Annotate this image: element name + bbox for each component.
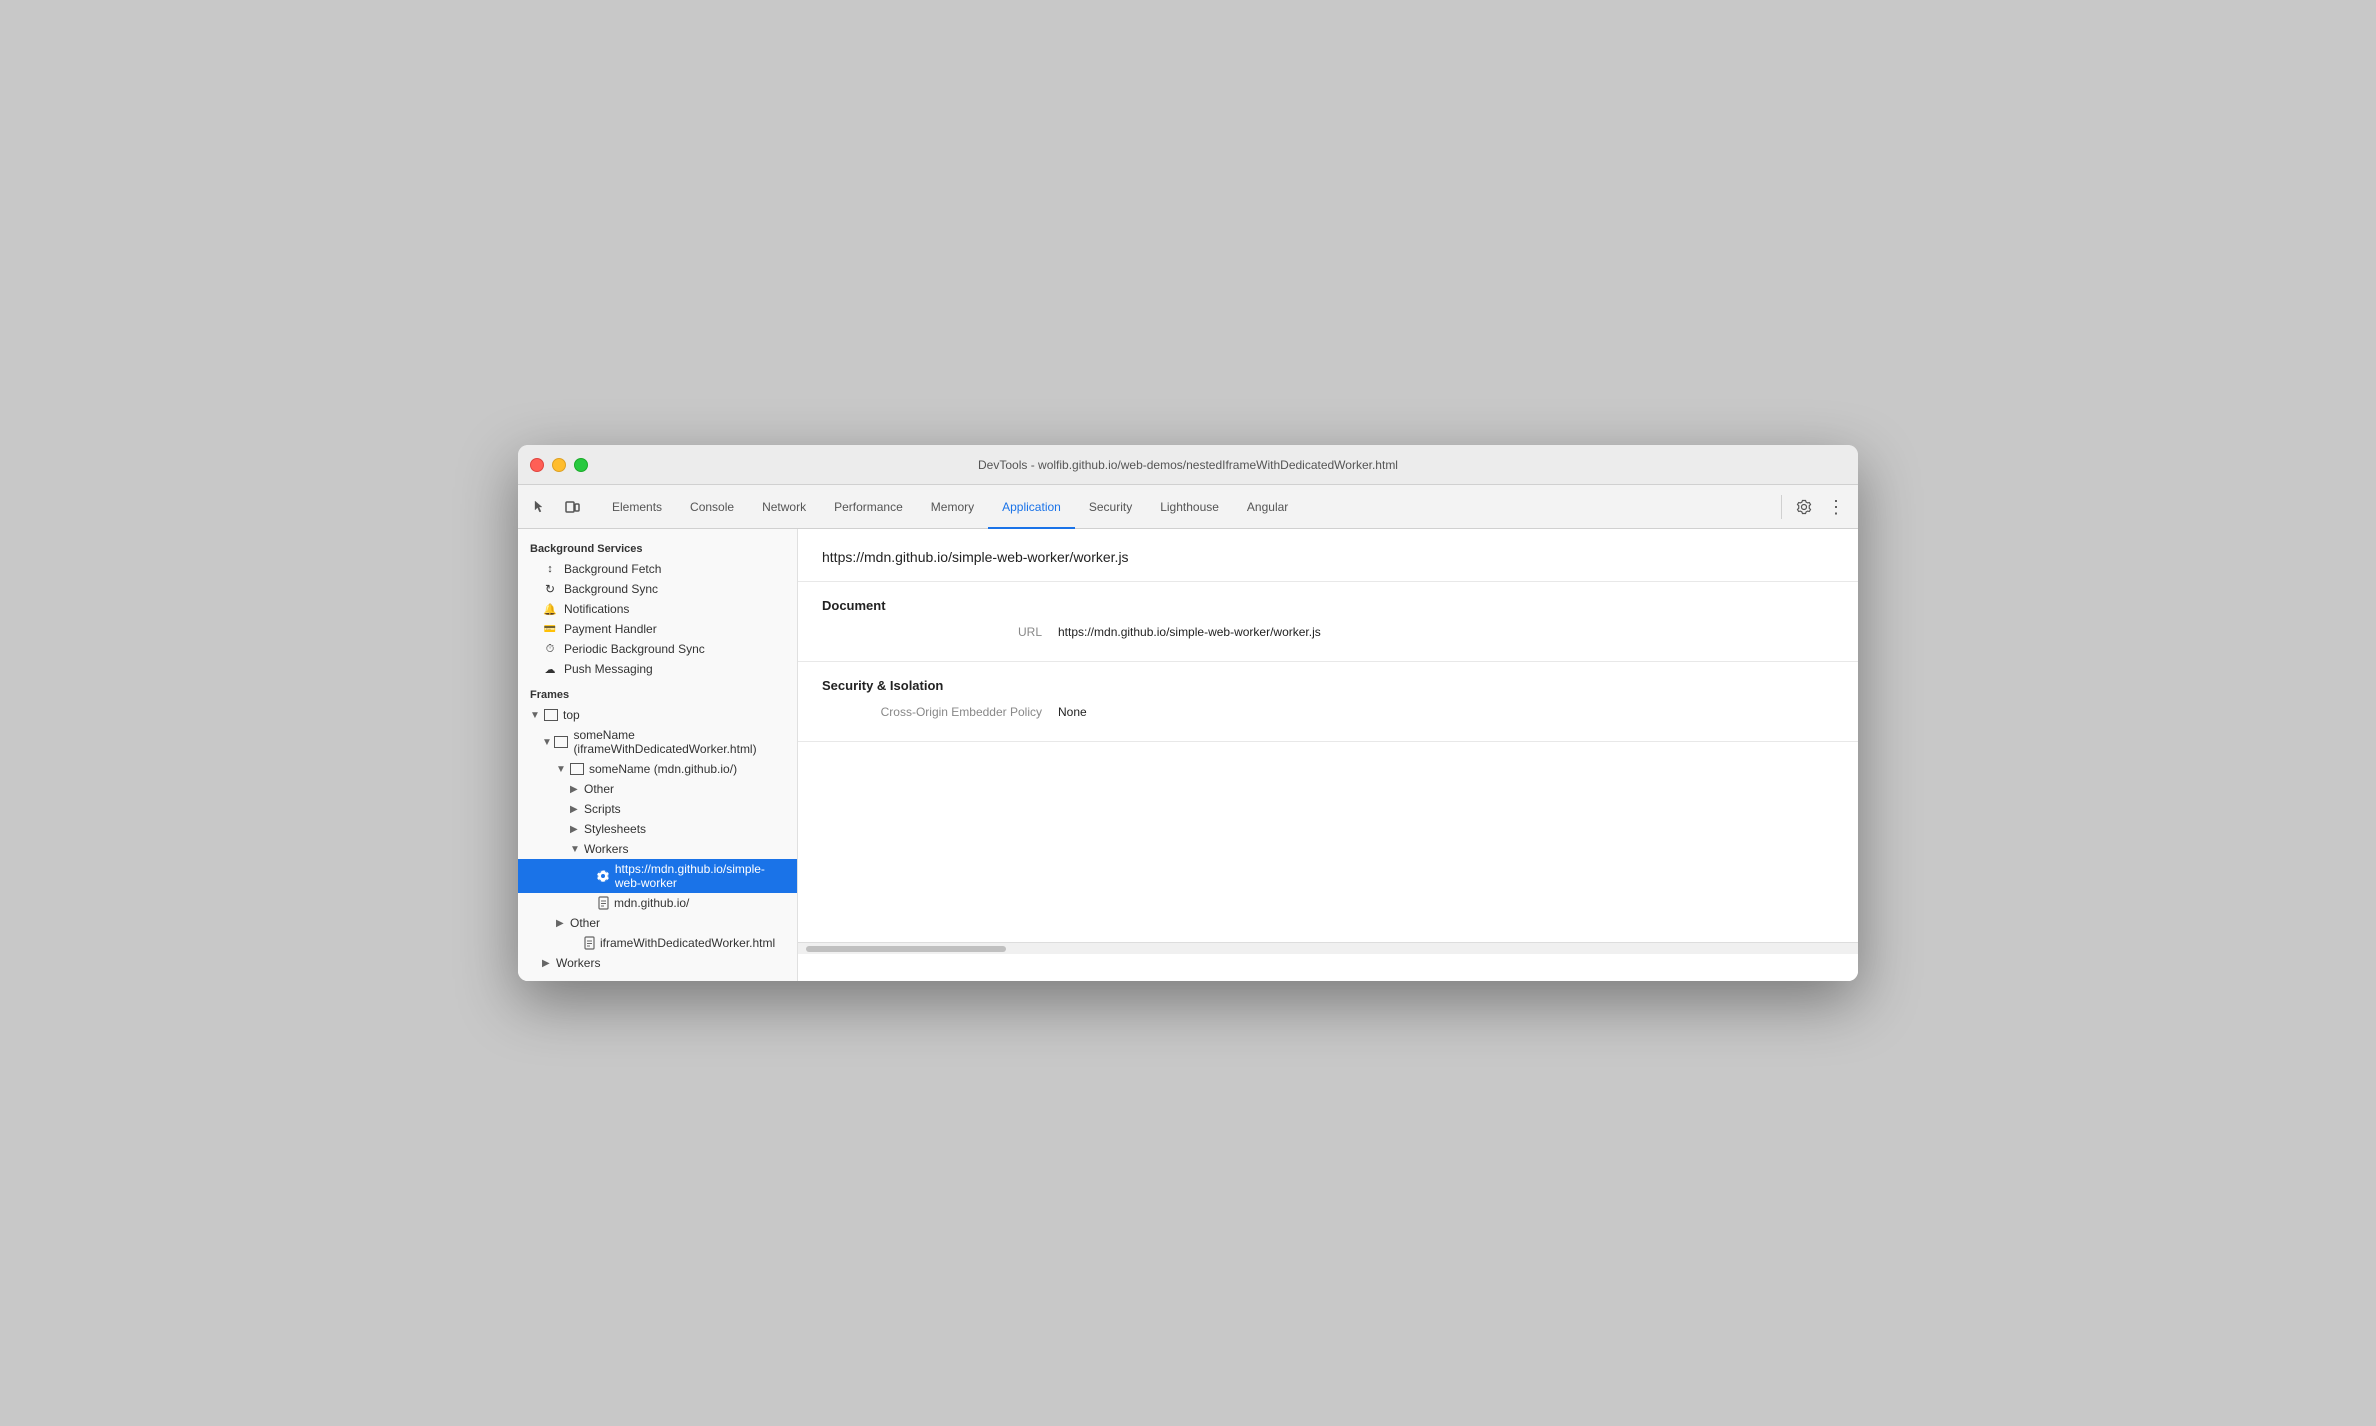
gear-icon — [596, 869, 610, 883]
main-area: Background Services ↕ Background Fetch ↻… — [518, 529, 1858, 981]
doc-icon-mdn — [598, 896, 609, 910]
bg-sync-icon: ↻ — [542, 582, 558, 596]
tabs-bar-right: ⋮ — [1777, 493, 1850, 521]
sidebar-item-bg-fetch[interactable]: ↕ Background Fetch — [518, 559, 797, 579]
tree-item-somename1[interactable]: ▼ someName (iframeWithDedicatedWorker.ht… — [518, 725, 797, 759]
url-row: URL https://mdn.github.io/simple-web-wor… — [822, 625, 1834, 639]
maximize-button[interactable] — [574, 458, 588, 472]
traffic-lights — [530, 458, 588, 472]
security-section: Security & Isolation Cross-Origin Embedd… — [798, 662, 1858, 742]
tree-item-workers2[interactable]: ▶ Workers — [518, 953, 797, 973]
tree-item-mdn-doc[interactable]: mdn.github.io/ — [518, 893, 797, 913]
frame-icon-top — [544, 709, 558, 721]
tab-performance[interactable]: Performance — [820, 486, 917, 529]
url-value: https://mdn.github.io/simple-web-worker/… — [1058, 625, 1321, 639]
toggle-stylesheets: ▶ — [570, 824, 582, 835]
close-button[interactable] — [530, 458, 544, 472]
sidebar-item-bg-sync[interactable]: ↻ Background Sync — [518, 579, 797, 599]
sidebar-item-push[interactable]: ☁ Push Messaging — [518, 659, 797, 679]
cursor-tool-button[interactable] — [526, 493, 554, 521]
tabs-list: Elements Console Network Performance Mem… — [598, 485, 1777, 528]
content-empty-space — [798, 742, 1858, 942]
push-icon: ☁ — [542, 663, 558, 676]
sidebar-item-periodic-sync[interactable]: ⏱ Periodic Background Sync — [518, 639, 797, 659]
background-services-title: Background Services — [518, 537, 797, 559]
toolbar-divider — [1781, 495, 1782, 519]
url-label: URL — [822, 625, 1042, 639]
doc-icon-iframe — [584, 936, 595, 950]
tree-item-other1[interactable]: ▶ Other — [518, 779, 797, 799]
tree-item-scripts[interactable]: ▶ Scripts — [518, 799, 797, 819]
scrollbar-thumb[interactable] — [806, 946, 1006, 952]
tab-network[interactable]: Network — [748, 486, 820, 529]
devtools-container: Elements Console Network Performance Mem… — [518, 485, 1858, 981]
worker-url-display: https://mdn.github.io/simple-web-worker/… — [822, 549, 1129, 565]
tab-security[interactable]: Security — [1075, 486, 1146, 529]
settings-button[interactable] — [1790, 493, 1818, 521]
sidebar: Background Services ↕ Background Fetch ↻… — [518, 529, 798, 981]
horizontal-scrollbar[interactable] — [798, 942, 1858, 954]
content-panel: https://mdn.github.io/simple-web-worker/… — [798, 529, 1858, 981]
tab-angular[interactable]: Angular — [1233, 486, 1302, 529]
toggle-other2: ▶ — [556, 918, 568, 929]
tree-item-worker-url[interactable]: https://mdn.github.io/simple-web-worker — [518, 859, 797, 893]
titlebar: DevTools - wolfib.github.io/web-demos/ne… — [518, 445, 1858, 485]
notifications-icon: 🔔 — [542, 603, 558, 616]
toggle-top: ▼ — [530, 710, 542, 721]
toggle-scripts: ▶ — [570, 804, 582, 815]
tab-elements[interactable]: Elements — [598, 486, 676, 529]
tab-memory[interactable]: Memory — [917, 486, 988, 529]
toggle-somename1: ▼ — [542, 737, 552, 748]
coep-value: None — [1058, 705, 1087, 719]
security-section-title: Security & Isolation — [822, 678, 1834, 693]
sidebar-item-notifications[interactable]: 🔔 Notifications — [518, 599, 797, 619]
tree-item-iframe-doc[interactable]: iframeWithDedicatedWorker.html — [518, 933, 797, 953]
more-tools-button[interactable]: ⋮ — [1822, 493, 1850, 521]
tree-item-other2[interactable]: ▶ Other — [518, 913, 797, 933]
tab-console[interactable]: Console — [676, 486, 748, 529]
tree-item-workers1[interactable]: ▼ Workers — [518, 839, 797, 859]
periodic-sync-icon: ⏱ — [542, 643, 558, 656]
frames-label: Frames — [518, 683, 797, 705]
document-section: Document URL https://mdn.github.io/simpl… — [798, 582, 1858, 662]
minimize-button[interactable] — [552, 458, 566, 472]
tree-item-somename2[interactable]: ▼ someName (mdn.github.io/) — [518, 759, 797, 779]
document-section-title: Document — [822, 598, 1834, 613]
toggle-somename2: ▼ — [556, 764, 568, 775]
bg-fetch-icon: ↕ — [542, 563, 558, 575]
toggle-workers1: ▼ — [570, 844, 582, 855]
frame-icon-somename2 — [570, 763, 584, 775]
tabs-bar: Elements Console Network Performance Mem… — [518, 485, 1858, 529]
tree-item-top[interactable]: ▼ top — [518, 705, 797, 725]
tab-application[interactable]: Application — [988, 486, 1075, 529]
content-url-header: https://mdn.github.io/simple-web-worker/… — [798, 529, 1858, 582]
sidebar-item-payment[interactable]: 💳 Payment Handler — [518, 619, 797, 639]
tabs-bar-left — [526, 493, 586, 521]
tree-item-stylesheets[interactable]: ▶ Stylesheets — [518, 819, 797, 839]
toggle-workers2: ▶ — [542, 958, 554, 969]
frame-icon-somename1 — [554, 736, 568, 748]
payment-icon: 💳 — [542, 624, 558, 635]
coep-row: Cross-Origin Embedder Policy None — [822, 705, 1834, 719]
frames-section: Frames ▼ top ▼ someName (iframeWithDedic… — [518, 683, 797, 973]
toggle-other1: ▶ — [570, 784, 582, 795]
window-title: DevTools - wolfib.github.io/web-demos/ne… — [978, 458, 1398, 472]
device-toolbar-button[interactable] — [558, 493, 586, 521]
coep-label: Cross-Origin Embedder Policy — [822, 705, 1042, 719]
devtools-window: DevTools - wolfib.github.io/web-demos/ne… — [518, 445, 1858, 981]
tab-lighthouse[interactable]: Lighthouse — [1146, 486, 1233, 529]
